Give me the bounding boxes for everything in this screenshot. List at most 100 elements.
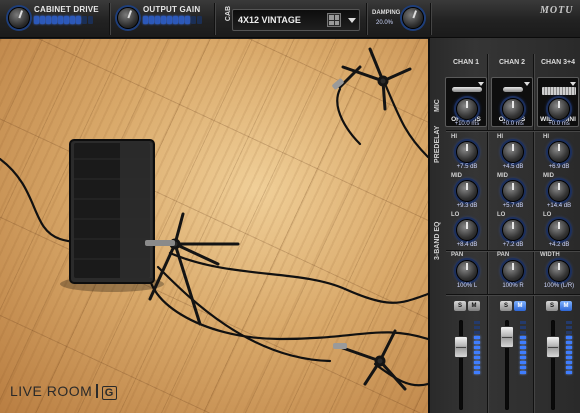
top-toolbar: CABINET DRIVE OUTPUT GAIN CAB 4X12 VINTA… — [0, 0, 580, 38]
channel-3-4-width-label: WIDTH — [540, 252, 560, 258]
channel-1-fader-handle[interactable] — [454, 336, 468, 358]
channel-2-mute-button[interactable]: M — [514, 301, 526, 311]
channel-2-predelay-knob[interactable] — [502, 98, 524, 120]
room-scene — [0, 47, 428, 391]
chevron-down-icon[interactable] — [478, 82, 484, 86]
channel-1-title: CHAN 1 — [452, 59, 480, 66]
channel-1-eq-lo-knob[interactable] — [456, 219, 478, 241]
eq-hi-label: HI — [497, 134, 503, 140]
microphone-icon — [503, 87, 523, 92]
channel-3-4-width-value: 100% (L/R) — [543, 283, 575, 289]
channel-2-pan-label: PAN — [497, 252, 510, 258]
section-label-predelay: PREDELAY — [434, 125, 441, 163]
channel-3-4-fader-track[interactable] — [551, 320, 555, 410]
channel-2-fader-handle[interactable] — [500, 326, 514, 348]
section-divider — [446, 250, 580, 251]
chevron-down-icon[interactable] — [348, 18, 356, 23]
channel-3-4-eq-lo-knob[interactable] — [548, 219, 570, 241]
brand-text: LIVE ROOM — [10, 383, 93, 399]
channel-2-eq-lo-knob[interactable] — [502, 219, 524, 241]
cabinet-drive-meter — [34, 16, 93, 24]
cabinet-select-value: 4X12 VINTAGE — [238, 15, 301, 25]
channel-1-eq-hi-value: +7.5 dB — [456, 164, 478, 170]
cabinet-drive-label: CABINET DRIVE — [34, 5, 99, 14]
channel-3-4-solo-button[interactable]: S — [546, 301, 558, 311]
channel-3-4-eq-mid-value: +14.4 dB — [546, 203, 572, 209]
section-label-eq: 3-BAND EQ — [434, 221, 441, 260]
channel-3-4-predelay-value: +0.0 ms — [548, 121, 570, 127]
channel-3-4-title: CHAN 3+4 — [540, 59, 576, 66]
microphone-icon — [542, 87, 576, 95]
microphone-icon — [452, 87, 482, 92]
channel-1-eq-mid-knob[interactable] — [456, 180, 478, 202]
channel-1-solo-button[interactable]: S — [454, 301, 466, 311]
channel-2-pan-value: 100% R — [502, 283, 524, 289]
channel-2-eq-hi-knob[interactable] — [502, 141, 524, 163]
output-gain-meter — [143, 16, 202, 24]
output-gain-label: OUTPUT GAIN — [143, 5, 201, 14]
output-gain-knob[interactable] — [117, 7, 139, 29]
channel-1-eq-hi-knob[interactable] — [456, 141, 478, 163]
live-room-floor: LIVE ROOM G — [0, 39, 428, 413]
eq-lo-label: LO — [497, 212, 506, 218]
chevron-down-icon[interactable] — [570, 82, 576, 86]
cabinet-drive-knob[interactable] — [8, 7, 30, 29]
damping-value: 20.0% — [376, 20, 394, 26]
channel-divider — [533, 54, 534, 413]
toolbar-divider — [430, 3, 431, 35]
motu-logo: MOTU — [540, 5, 574, 16]
channel-2-eq-mid-value: +5.7 dB — [502, 203, 524, 209]
channel-3-4-level-meter — [566, 321, 572, 374]
channel-strip-panel: MIC PREDELAY 3-BAND EQ CHAN 1 CHAN 2 CHA… — [428, 38, 580, 413]
section-divider — [446, 130, 580, 131]
mic-stand-top-right[interactable] — [338, 47, 412, 111]
channel-3-4-predelay-knob[interactable] — [548, 98, 570, 120]
channel-3-4-width-knob[interactable] — [548, 260, 570, 282]
eq-mid-label: MID — [497, 173, 508, 179]
eq-mid-label: MID — [543, 173, 554, 179]
grid-icon[interactable] — [327, 13, 341, 27]
guitar-cabinet[interactable] — [69, 139, 155, 284]
channel-1-predelay-knob[interactable] — [456, 98, 478, 120]
channel-1-mute-button[interactable]: M — [468, 301, 480, 311]
eq-hi-label: HI — [451, 134, 457, 140]
channel-2-pan-knob[interactable] — [502, 260, 524, 282]
channel-3-4-eq-mid-knob[interactable] — [548, 180, 570, 202]
channel-1-pan-label: PAN — [451, 252, 464, 258]
channel-3-4-fader-handle[interactable] — [546, 336, 560, 358]
damping-knob[interactable] — [402, 7, 424, 29]
live-room-logo: LIVE ROOM G — [10, 383, 117, 400]
brand-divider — [96, 384, 98, 398]
cabinet-select[interactable]: 4X12 VINTAGE — [232, 9, 360, 31]
channel-1-pan-knob[interactable] — [456, 260, 478, 282]
channel-1-predelay-value: +10.0 ms — [454, 121, 480, 127]
toolbar-divider — [214, 3, 215, 35]
toolbar-divider — [109, 3, 110, 35]
channel-1-eq-mid-value: +9.3 dB — [456, 203, 478, 209]
channel-1-fader-track[interactable] — [459, 320, 463, 410]
channel-1-pan-value: 100% L — [456, 283, 478, 289]
channel-2-level-meter — [520, 321, 526, 374]
channel-3-4-mute-button[interactable]: M — [560, 301, 572, 311]
eq-mid-label: MID — [451, 173, 462, 179]
channel-2-predelay-value: +0.0 ms — [502, 121, 524, 127]
mic-top-right — [332, 78, 344, 90]
eq-hi-label: HI — [543, 134, 549, 140]
eq-lo-label: LO — [543, 212, 552, 218]
channel-2-eq-hi-value: +4.5 dB — [502, 164, 524, 170]
mic-bottom-right — [333, 343, 347, 349]
section-divider — [446, 294, 580, 295]
toolbar-divider — [366, 3, 367, 35]
channel-1-eq-lo-value: +8.4 dB — [456, 242, 478, 248]
brand-badge: G — [101, 386, 117, 400]
chevron-down-icon[interactable] — [524, 82, 530, 86]
channel-2-solo-button[interactable]: S — [500, 301, 512, 311]
mic-stand-bottom-right[interactable] — [338, 329, 407, 391]
channel-3-4-eq-hi-knob[interactable] — [548, 141, 570, 163]
channel-1-level-meter — [474, 321, 480, 374]
damping-label: DAMPING — [372, 10, 401, 16]
channel-2-title: CHAN 2 — [498, 59, 526, 66]
channel-2-eq-mid-knob[interactable] — [502, 180, 524, 202]
mic-cables — [0, 77, 428, 387]
mic-center — [145, 240, 175, 246]
